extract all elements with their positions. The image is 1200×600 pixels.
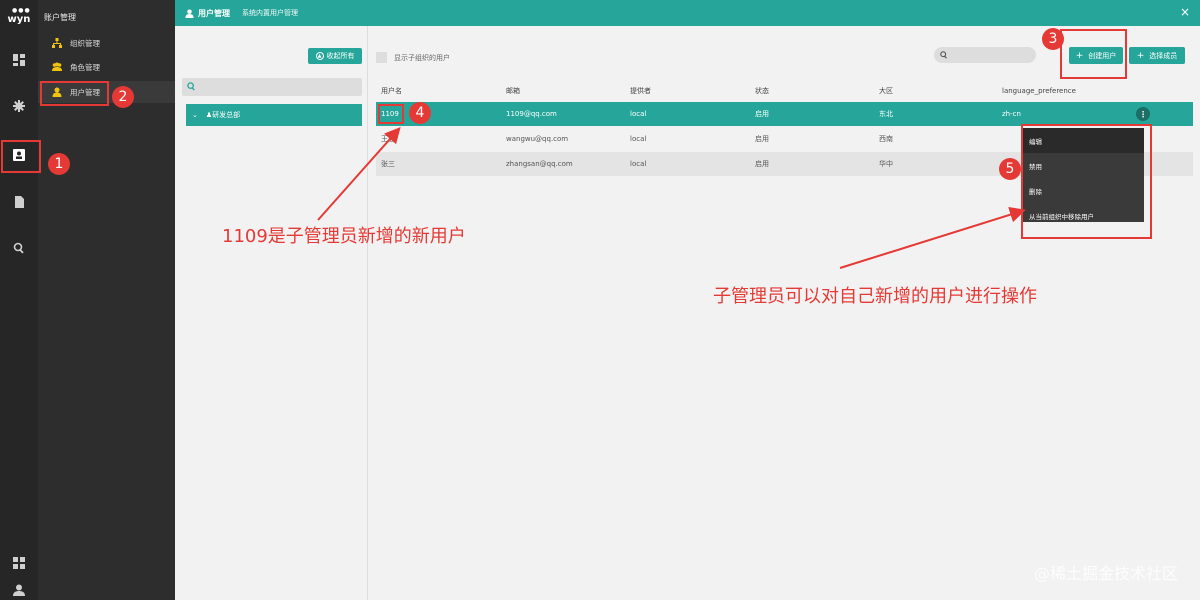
annotation-text-sub-admin: 子管理员可以对自己新增的用户进行操作: [713, 286, 1037, 307]
annotation-arrow: [839, 206, 1026, 269]
watermark: @稀土掘金技术社区: [1033, 564, 1178, 583]
annotation-text-new-user: 1109是子管理员新增的新用户: [222, 226, 466, 247]
annotation-arrow: [317, 127, 401, 221]
